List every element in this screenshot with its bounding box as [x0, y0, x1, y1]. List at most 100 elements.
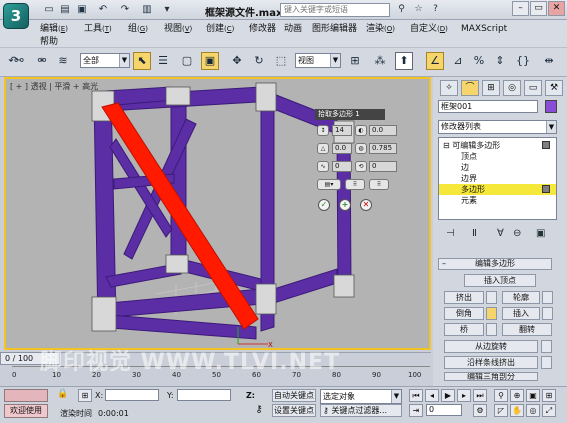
binoculars-icon[interactable]: ⚲	[395, 3, 408, 16]
caddy-field-1[interactable]: 14	[332, 125, 352, 136]
minimize-button[interactable]: –	[512, 1, 529, 16]
pin-stack-icon[interactable]: ⊣	[446, 228, 455, 239]
caddy-field-2[interactable]: 0.0	[369, 125, 397, 136]
selection-lock-icon[interactable]: 🔒	[56, 389, 70, 402]
stack-item-editable-poly[interactable]: ⊟ 可编辑多边形	[439, 140, 556, 151]
select-object-icon[interactable]: ⬉	[133, 52, 151, 70]
maxscript-listener[interactable]	[4, 389, 48, 402]
new-file-icon[interactable]: ▭	[42, 3, 56, 16]
inset-settings-button[interactable]	[542, 307, 553, 320]
menu-rendering[interactable]: 渲染(O)	[366, 23, 395, 35]
bridge-settings-button[interactable]	[486, 323, 497, 336]
stack-item-edge[interactable]: 边	[439, 162, 556, 173]
scale-icon[interactable]: ⬚	[272, 52, 290, 70]
zoom-extents-all-icon[interactable]: ⊞	[542, 389, 556, 402]
extrude-spline-settings-button[interactable]	[541, 356, 552, 369]
key-selection-dropdown[interactable]: 选定对象 ▼	[320, 389, 402, 404]
menu-tools[interactable]: 工具(T)	[84, 23, 112, 35]
rect-selection-icon[interactable]: ▢	[178, 52, 196, 70]
hierarchy-tab-icon[interactable]: ⊞	[482, 80, 500, 96]
angle-snap-icon[interactable]: ⊿	[449, 52, 467, 70]
undo-icon[interactable]: ↶	[96, 3, 110, 16]
zoom-extents-icon[interactable]: ▣	[526, 389, 540, 402]
named-selection-icon[interactable]: {}	[514, 52, 532, 70]
inset-button[interactable]: 插入	[502, 307, 540, 320]
key-mode-icon[interactable]: ⇥	[409, 404, 423, 417]
stack-item-vertex[interactable]: 顶点	[439, 151, 556, 162]
keyboard-shortcut-icon[interactable]: ⬆	[395, 52, 413, 70]
motion-tab-icon[interactable]: ◎	[503, 80, 521, 96]
goto-end-icon[interactable]: ⏭	[473, 389, 487, 402]
open-file-icon[interactable]: ▤	[58, 3, 72, 16]
modifier-list-dropdown[interactable]: 修改器列表 ▼	[438, 120, 557, 134]
set-key-button[interactable]: 设置关键点	[272, 404, 316, 417]
extrude-settings-button[interactable]	[486, 291, 497, 304]
insert-vertex-button[interactable]: 插入顶点	[464, 274, 536, 287]
select-by-name-icon[interactable]: ☰	[154, 52, 172, 70]
configure-sets-icon[interactable]: ▣	[536, 228, 545, 239]
play-icon[interactable]: ▶	[441, 389, 455, 402]
display-tab-icon[interactable]: ▭	[524, 80, 542, 96]
menu-modifiers[interactable]: 修改器	[249, 23, 276, 35]
unlink-icon[interactable]: ⚮	[33, 52, 51, 70]
menu-graph-editors[interactable]: 图形编辑器	[312, 23, 357, 35]
cancel-button[interactable]: ✕	[360, 199, 372, 211]
maximize-viewport-icon[interactable]: ⤢	[542, 404, 556, 417]
dropdown-icon[interactable]: ▾	[160, 3, 174, 16]
link-icon[interactable]: ⚯	[10, 52, 28, 70]
mirror-icon[interactable]: ⇹	[540, 52, 558, 70]
show-end-result-icon[interactable]: Ⅱ	[472, 228, 477, 239]
menu-customize[interactable]: 自定义(D)	[410, 23, 448, 35]
flip-button[interactable]: 翻转	[502, 323, 552, 336]
pivot-center-icon[interactable]: ⊞	[346, 52, 364, 70]
project-folder-icon[interactable]: ▥	[140, 3, 154, 16]
y-coordinate-field[interactable]	[177, 389, 231, 401]
zoom-all-icon[interactable]: ⊕	[510, 389, 524, 402]
spinner-snap-icon[interactable]: ⇕	[491, 52, 509, 70]
ok-button[interactable]: ✓	[318, 199, 330, 211]
goto-start-icon[interactable]: ⏮	[409, 389, 423, 402]
auto-key-button[interactable]: 自动关键点	[272, 389, 316, 402]
apply-button[interactable]: +	[339, 199, 351, 211]
rollout-edit-polygons[interactable]: – 编辑多边形	[438, 258, 552, 270]
caddy-field-3[interactable]: 0.0	[332, 143, 352, 154]
reference-coordinate-dropdown[interactable]: 视图 ▼	[295, 53, 341, 68]
create-tab-icon[interactable]: ✧	[440, 80, 458, 96]
caddy-field-6[interactable]: 0	[369, 161, 397, 172]
stack-item-element[interactable]: 元素	[439, 195, 556, 206]
window-crossing-icon[interactable]: ▣	[201, 52, 219, 70]
save-file-icon[interactable]: ▣	[75, 3, 89, 16]
menu-maxscript[interactable]: MAXScript	[461, 23, 507, 35]
bevel-button[interactable]: 倒角	[444, 307, 484, 320]
percent-snap-icon[interactable]: %	[470, 52, 488, 70]
modifier-stack[interactable]: ⊟ 可编辑多边形 顶点 边 边界 多边形 元素	[438, 137, 557, 220]
x-coordinate-field[interactable]	[105, 389, 159, 401]
menu-group[interactable]: 组(G)	[128, 23, 148, 35]
close-button[interactable]: ✕	[548, 1, 565, 16]
pick-icon[interactable]: ⠿	[345, 179, 365, 190]
caddy-field-5[interactable]: 0	[332, 161, 352, 172]
snap-toggle-icon[interactable]: ∠	[426, 52, 444, 70]
menu-animation[interactable]: 动画	[284, 23, 302, 35]
menu-views[interactable]: 视图(V)	[164, 23, 192, 35]
hinge-from-edge-button[interactable]: 从边旋转	[444, 340, 538, 353]
extrude-button[interactable]: 挤出	[444, 291, 484, 304]
orbit-icon[interactable]: ◎	[526, 404, 540, 417]
search-input[interactable]: 键入关键字或短语	[280, 3, 390, 17]
next-frame-icon[interactable]: ▸	[457, 389, 471, 402]
pan-icon[interactable]: ✋	[510, 404, 524, 417]
bridge-button[interactable]: 桥	[444, 323, 484, 336]
modify-tab-icon[interactable]: ⌒	[461, 80, 479, 96]
key-filters-button[interactable]: ⚷ 关键点过滤器...	[320, 404, 402, 417]
utilities-tab-icon[interactable]: ⚒	[545, 80, 563, 96]
help-icon[interactable]: ?	[429, 3, 442, 16]
rotate-icon[interactable]: ↻	[250, 52, 268, 70]
stack-item-polygon[interactable]: 多边形	[439, 184, 556, 195]
move-icon[interactable]: ✥	[228, 52, 246, 70]
hinge-settings-button[interactable]	[541, 340, 552, 353]
group-type-icon[interactable]: ▤▾	[317, 179, 341, 190]
selection-filter-dropdown[interactable]: 全部 ▼	[80, 53, 130, 68]
menu-edit[interactable]: 编辑(E)	[40, 23, 68, 35]
caddy-field-4[interactable]: 0.785	[369, 143, 397, 154]
extrude-along-spline-button[interactable]: 沿样条线挤出	[444, 356, 538, 369]
